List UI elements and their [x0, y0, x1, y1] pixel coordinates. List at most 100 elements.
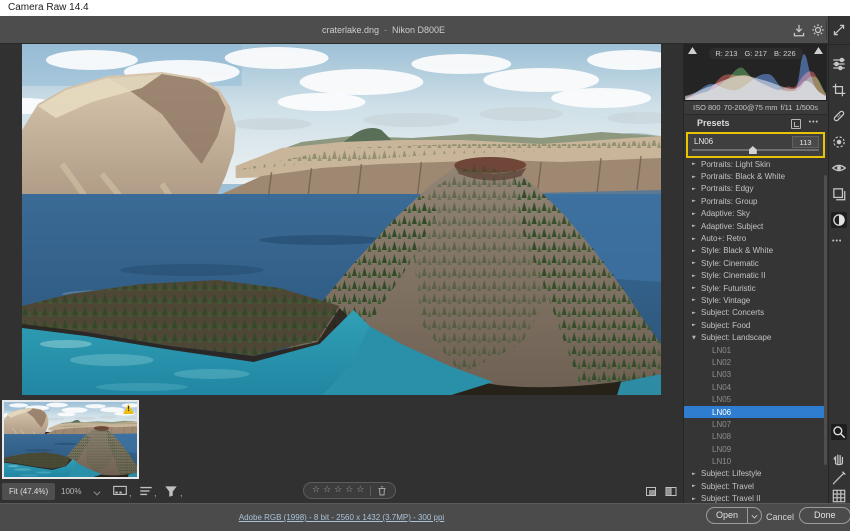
- cancel-button[interactable]: Cancel: [762, 509, 798, 526]
- zoom-level-chevron-icon[interactable]: [94, 489, 100, 495]
- preset-item-row[interactable]: LN03: [684, 369, 827, 381]
- presets-scrollbar[interactable]: [824, 175, 827, 465]
- hand-tool-icon[interactable]: [831, 450, 847, 466]
- star-icon[interactable]: ☆: [345, 483, 353, 498]
- edit-tool-icon[interactable]: [831, 56, 847, 72]
- red-eye-tool-icon[interactable]: [831, 160, 847, 176]
- triangle-collapsed-icon[interactable]: ►: [692, 186, 701, 192]
- preset-group-row[interactable]: ► Portraits: Black & White: [684, 170, 827, 182]
- create-preset-icon[interactable]: [791, 119, 801, 129]
- aperture-value: f/11: [780, 103, 793, 112]
- sort-menu-comma[interactable]: ,: [154, 488, 157, 498]
- preset-item-row[interactable]: LN02: [684, 356, 827, 368]
- photo-svg: [22, 44, 661, 395]
- masking-tool-icon[interactable]: [831, 134, 847, 150]
- preset-group-row[interactable]: ► Auto+: Retro: [684, 232, 827, 244]
- preset-label: LN08: [712, 432, 732, 442]
- triangle-collapsed-icon[interactable]: ►: [692, 223, 701, 229]
- preset-group-row[interactable]: ► Subject: Lifestyle: [684, 468, 827, 480]
- preset-group-row[interactable]: ► Portraits: Light Skin: [684, 158, 827, 170]
- triangle-collapsed-icon[interactable]: ►: [692, 285, 701, 291]
- workflow-options-link[interactable]: Adobe RGB (1998) - 8 bit - 2560 x 1432 (…: [0, 513, 683, 522]
- preset-group-row[interactable]: ▼ Subject: Landscape: [684, 331, 827, 343]
- preset-group-row[interactable]: ► Style: Cinematic: [684, 257, 827, 269]
- preset-item-row[interactable]: LN06: [684, 405, 827, 419]
- triangle-collapsed-icon[interactable]: ►: [692, 161, 701, 167]
- preset-group-row[interactable]: ► Adaptive: Subject: [684, 220, 827, 232]
- preset-group-row[interactable]: ► Portraits: Group: [684, 195, 827, 207]
- healing-tool-icon[interactable]: [831, 108, 847, 124]
- snapshots-tool-icon[interactable]: [831, 186, 847, 202]
- preset-item-row[interactable]: LN01: [684, 344, 827, 356]
- preset-amount-value[interactable]: 113: [792, 136, 819, 148]
- save-image-icon[interactable]: [791, 22, 807, 38]
- star-icon[interactable]: ☆: [323, 483, 331, 498]
- triangle-collapsed-icon[interactable]: ►: [692, 297, 701, 303]
- settings-gear-icon[interactable]: [810, 22, 826, 38]
- slider-thumb-icon[interactable]: [748, 146, 757, 154]
- preset-label: Portraits: Black & White: [701, 172, 786, 182]
- triangle-collapsed-icon[interactable]: ►: [692, 198, 701, 204]
- preset-group-row[interactable]: ► Style: Cinematic II: [684, 270, 827, 282]
- star-icon[interactable]: ☆: [312, 483, 320, 498]
- triangle-expanded-icon[interactable]: ▼: [692, 335, 701, 341]
- triangle-collapsed-icon[interactable]: ►: [692, 236, 701, 242]
- star-rating: ☆ ☆ ☆ ☆ ☆: [312, 483, 364, 498]
- preset-group-row[interactable]: ► Style: Black & White: [684, 245, 827, 257]
- preset-group-row[interactable]: ► Subject: Concerts: [684, 307, 827, 319]
- triangle-collapsed-icon[interactable]: ►: [692, 483, 701, 489]
- zoom-100-button[interactable]: 100%: [56, 483, 86, 500]
- open-options-chevron-icon[interactable]: [747, 508, 761, 523]
- before-after-view-icon[interactable]: [664, 485, 680, 499]
- preset-item-row[interactable]: LN05: [684, 393, 827, 405]
- triangle-collapsed-icon[interactable]: ►: [692, 322, 701, 328]
- filename: craterlake.dng: [321, 25, 379, 35]
- filter-icon[interactable]: [163, 484, 181, 500]
- triangle-collapsed-icon[interactable]: ►: [692, 211, 701, 217]
- rail-divider: [829, 44, 850, 45]
- preset-group-row[interactable]: ► Style: Vintage: [684, 294, 827, 306]
- single-view-icon[interactable]: [644, 485, 660, 499]
- triangle-collapsed-icon[interactable]: ►: [692, 260, 701, 266]
- triangle-collapsed-icon[interactable]: ►: [692, 273, 701, 279]
- preset-group-row[interactable]: ► Subject: Travel II: [684, 493, 827, 503]
- done-button[interactable]: Done: [799, 507, 850, 524]
- preset-label: Auto+: Retro: [701, 234, 747, 244]
- sampler-tool-icon[interactable]: [831, 470, 847, 486]
- preset-group-row[interactable]: ► Portraits: Edgy: [684, 183, 827, 195]
- triangle-collapsed-icon[interactable]: ►: [692, 496, 701, 502]
- preset-item-row[interactable]: LN09: [684, 443, 827, 455]
- fit-zoom-button[interactable]: Fit (47.4%): [2, 483, 56, 500]
- preset-item-row[interactable]: LN04: [684, 381, 827, 393]
- filmstrip-toggle-icon[interactable]: [112, 484, 130, 500]
- zoom-tool-icon[interactable]: [831, 424, 847, 440]
- rail-more-icon[interactable]: •••: [832, 238, 842, 245]
- presets-tool-icon[interactable]: [831, 212, 847, 228]
- triangle-collapsed-icon[interactable]: ►: [692, 471, 701, 477]
- filter-menu-comma[interactable]: ,: [180, 488, 183, 498]
- document-title: craterlake.dng - Nikon D800E: [0, 16, 767, 44]
- open-button[interactable]: Open: [706, 507, 763, 524]
- triangle-collapsed-icon[interactable]: ►: [692, 248, 701, 254]
- triangle-collapsed-icon[interactable]: ►: [692, 174, 701, 180]
- preset-item-row[interactable]: LN08: [684, 431, 827, 443]
- trash-icon[interactable]: [377, 485, 387, 496]
- preset-item-row[interactable]: LN10: [684, 455, 827, 467]
- preset-group-row[interactable]: ► Adaptive: Sky: [684, 208, 827, 220]
- crop-tool-icon[interactable]: [831, 82, 847, 98]
- star-icon[interactable]: ☆: [356, 483, 364, 498]
- preset-group-row[interactable]: ► Subject: Travel: [684, 480, 827, 492]
- triangle-collapsed-icon[interactable]: ►: [692, 310, 701, 316]
- preset-group-row[interactable]: ► Style: Futuristic: [684, 282, 827, 294]
- filmstrip-thumbnail[interactable]: !: [2, 400, 139, 479]
- grid-overlay-icon[interactable]: [831, 488, 847, 504]
- filmstrip-menu-comma[interactable]: ,: [129, 488, 132, 498]
- rating-divider: [370, 485, 372, 496]
- presets-more-icon[interactable]: •••: [809, 119, 819, 126]
- presets-header: Presets •••: [684, 115, 827, 132]
- star-icon[interactable]: ☆: [334, 483, 342, 498]
- toggle-fullscreen-icon[interactable]: [831, 22, 847, 38]
- preset-group-row[interactable]: ► Subject: Food: [684, 319, 827, 331]
- preset-item-row[interactable]: LN07: [684, 418, 827, 430]
- main-photo[interactable]: [22, 44, 661, 395]
